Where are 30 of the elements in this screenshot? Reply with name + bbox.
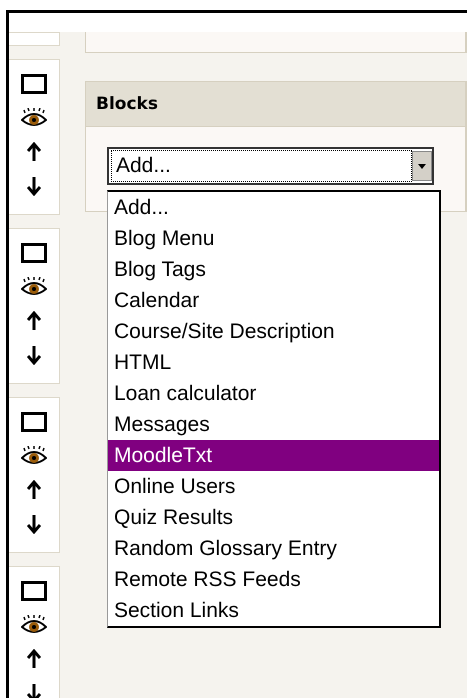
up-arrow-icon[interactable] [27, 480, 41, 500]
eye-icon[interactable] [21, 615, 47, 635]
dropdown-option[interactable]: Quiz Results [108, 502, 439, 533]
dropdown-option[interactable]: MoodleTxt [108, 440, 439, 471]
square-icon[interactable] [21, 412, 47, 432]
dropdown-option[interactable]: Online Users [108, 471, 439, 502]
dropdown-option[interactable]: Loan calculator [108, 378, 439, 409]
up-arrow-icon[interactable] [27, 142, 41, 162]
square-icon[interactable] [21, 581, 47, 601]
dropdown-caret-icon[interactable] [418, 164, 426, 168]
eye-icon[interactable] [21, 108, 47, 128]
cell-background [9, 32, 60, 46]
up-arrow-icon[interactable] [27, 311, 41, 331]
dropdown-option[interactable]: Course/Site Description [108, 316, 439, 347]
square-icon[interactable] [21, 74, 47, 94]
dropdown-option[interactable]: Random Glossary Entry [108, 533, 439, 564]
dropdown-option[interactable]: Blog Tags [108, 254, 439, 285]
panel-title: Blocks [86, 82, 465, 127]
eye-icon[interactable] [21, 277, 47, 297]
dropdown-option[interactable]: Messages [108, 409, 439, 440]
square-icon[interactable] [21, 243, 47, 263]
dropdown-option[interactable]: Section Links [108, 595, 439, 626]
eye-icon[interactable] [21, 446, 47, 466]
dropdown-option[interactable]: HTML [108, 347, 439, 378]
dropdown-option[interactable]: Calendar [108, 285, 439, 316]
dropdown-option[interactable]: Blog Menu [108, 223, 439, 254]
add-block-select[interactable]: Add... [107, 147, 434, 185]
up-arrow-icon[interactable] [27, 649, 41, 669]
dropdown-option[interactable]: Add... [108, 192, 439, 223]
dropdown-option[interactable]: Remote RSS Feeds [108, 564, 439, 595]
